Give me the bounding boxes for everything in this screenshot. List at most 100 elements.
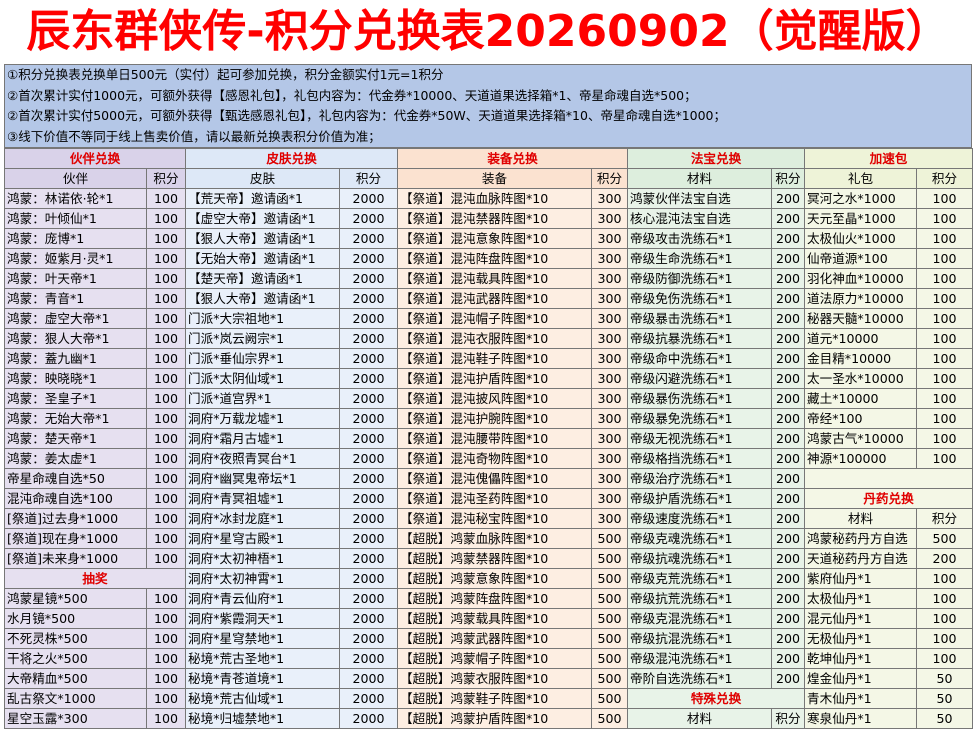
partner-item: 星空玉露*300: [4, 708, 147, 729]
fabao-points: 200: [771, 208, 805, 229]
fabao-item: 帝级攻击洗练石*1: [627, 228, 772, 249]
fabao-item: 核心混沌法宝自选: [627, 208, 772, 229]
partner-item: 鸿蒙：映晓晓*1: [4, 368, 147, 389]
equip-points: 300: [591, 488, 628, 509]
equip-item: 【超脱】鸿蒙血脉阵图*10: [397, 528, 592, 549]
section-equip: 装备兑换: [397, 148, 628, 169]
fabao-points: 200: [771, 668, 805, 689]
elixir-item: 混元仙丹*1: [804, 608, 917, 629]
accel-item: 太一圣水*10000: [804, 368, 917, 389]
table-row: 混沌命魂自选*100 100 洞府*青冥祖墟*1 2000 【祭道】混沌圣药阵图*10 3…: [4, 488, 973, 509]
table-row: 鸿蒙：圣皇子*1 100 门派*道宫界*1 2000 【祭道】混沌披风阵图*10 300 帝…: [4, 388, 973, 409]
skin-points: 2000: [339, 668, 398, 689]
accel-item: 金目精*10000: [804, 348, 917, 369]
table-row: 鸿蒙：叶倾仙*1 100 【虚空大帝】邀请函*1 2000 【祭道】混沌禁器阵图*10 3…: [4, 208, 973, 229]
equip-points: 500: [591, 588, 628, 609]
elixir-item: 乾坤仙丹*1: [804, 648, 917, 669]
fabao-item: 帝级护盾洗练石*1: [627, 488, 772, 509]
fabao-item: 帝级克混洗练石*1: [627, 608, 772, 629]
equip-points: 500: [591, 548, 628, 569]
accel-points: 100: [916, 288, 973, 309]
table-row: 鸿蒙：蓋九幽*1 100 门派*垂仙宗界*1 2000 【祭道】混沌鞋子阵图*10 300…: [4, 348, 973, 369]
fabao-item: 帝级抗暴洗练石*1: [627, 328, 772, 349]
equip-item: 【祭道】混沌护腕阵图*10: [397, 408, 592, 429]
partner-points: 100: [146, 608, 186, 629]
partner-points: 100: [146, 548, 186, 569]
accel-points: 100: [916, 388, 973, 409]
partner-points: 100: [146, 348, 186, 369]
skin-points: 2000: [339, 448, 398, 469]
fabao-points: 200: [771, 628, 805, 649]
partner-points: 100: [146, 228, 186, 249]
skin-item: 秘境*青苍道境*1: [185, 668, 340, 689]
skin-points: 2000: [339, 508, 398, 529]
skin-item: 门派*大宗祖地*1: [185, 308, 340, 329]
fabao-points: 200: [771, 188, 805, 209]
equip-item: 【祭道】混沌护盾阵图*10: [397, 368, 592, 389]
equip-item: 【超脱】鸿蒙阵盘阵图*10: [397, 588, 592, 609]
elixir-points: 50: [916, 708, 973, 729]
equip-points: 500: [591, 528, 628, 549]
fabao-item: 帝级暴免洗练石*1: [627, 408, 772, 429]
table-row: 鸿蒙：林诺依·轮*1 100 【荒天帝】邀请函*1 2000 【祭道】混沌血脉阵图*10…: [4, 188, 973, 209]
accel-item: 冥河之水*1000: [804, 188, 917, 209]
equip-points: 300: [591, 208, 628, 229]
partner-item: 水月镜*500: [4, 608, 147, 629]
exchange-table-page: 辰东群侠传-积分兑换表20260902（觉醒版） ①积分兑换表兑换单日500元（…: [0, 0, 976, 735]
exchange-table-body: 伙伴兑换 皮肤兑换 装备兑换 法宝兑换 加速包 伙伴 积分 皮肤 积分 装备 积…: [4, 148, 973, 729]
accel-item: 天元至晶*1000: [804, 208, 917, 229]
skin-item: 洞府*冰封龙庭*1: [185, 508, 340, 529]
equip-item: 【祭道】混沌圣药阵图*10: [397, 488, 592, 509]
fabao-points: 200: [771, 228, 805, 249]
skin-points: 2000: [339, 608, 398, 629]
partner-points: 100: [146, 528, 186, 549]
accel-item: 秘器天髓*10000: [804, 308, 917, 329]
partner-points: 100: [146, 428, 186, 449]
equip-item: 【超脱】鸿蒙帽子阵图*10: [397, 648, 592, 669]
partner-item: 鸿蒙星镜*500: [4, 588, 147, 609]
fabao-points: 200: [771, 248, 805, 269]
equip-item: 【超脱】鸿蒙武器阵图*10: [397, 628, 592, 649]
table-row: 鸿蒙：青音*1 100 【狠人大帝】邀请函*1 2000 【祭道】混沌武器阵图*10 30…: [4, 288, 973, 309]
partner-item: 鸿蒙：庞博*1: [4, 228, 147, 249]
fabao-item: 帝级混沌洗练石*1: [627, 648, 772, 669]
equip-item: 【祭道】混沌载具阵图*10: [397, 268, 592, 289]
fabao-item: 帝级克荒洗练石*1: [627, 568, 772, 589]
skin-points: 2000: [339, 288, 398, 309]
fabao-item: 帝级命中洗练石*1: [627, 348, 772, 369]
equip-item: 【超脱】鸿蒙意象阵图*10: [397, 568, 592, 589]
table-row: 水月镜*500 100 洞府*紫霞洞天*1 2000 【超脱】鸿蒙载具阵图*10 500 帝…: [4, 608, 973, 629]
fabao-item: 帝级闪避洗练石*1: [627, 368, 772, 389]
equip-points: 500: [591, 628, 628, 649]
fabao-item: 帝级克魂洗练石*1: [627, 528, 772, 549]
elixir-points: 100: [916, 588, 973, 609]
skin-points: 2000: [339, 548, 398, 569]
skin-item: 【楚天帝】邀请函*1: [185, 268, 340, 289]
partner-points: 100: [146, 288, 186, 309]
fabao-points: 200: [771, 508, 805, 529]
equip-points: 300: [591, 268, 628, 289]
equip-points: 300: [591, 228, 628, 249]
accel-item: 道法原力*10000: [804, 288, 917, 309]
elixir-points: 100: [916, 568, 973, 589]
equip-points: 500: [591, 668, 628, 689]
equip-item: 【祭道】混沌帽子阵图*10: [397, 308, 592, 329]
accel-points: 100: [916, 328, 973, 349]
section-partner: 伙伴兑换: [4, 148, 186, 169]
elixir-points: 50: [916, 668, 973, 689]
equip-points: 300: [591, 328, 628, 349]
fabao-points: 200: [771, 488, 805, 509]
table-row: 鸿蒙：姬紫月·灵*1 100 【无始大帝】邀请函*1 2000 【祭道】混沌阵盘阵图*1…: [4, 248, 973, 269]
accel-item: 帝经*100: [804, 408, 917, 429]
table-row: [祭道]过去身*1000 100 洞府*冰封龙庭*1 2000 【祭道】混沌秘宝阵图*1…: [4, 508, 973, 529]
elixir-points: 100: [916, 648, 973, 669]
notice-box: ①积分兑换表兑换单日500元（实付）起可参加兑换，积分金额实付1元=1积分 ②首…: [4, 64, 972, 148]
equip-points: 300: [591, 288, 628, 309]
elixir-points: 500: [916, 528, 973, 549]
elixir-item: 青木仙丹*1: [804, 688, 917, 709]
fabao-item: 帝级抗荒洗练石*1: [627, 588, 772, 609]
partner-item: 鸿蒙：无始大帝*1: [4, 408, 147, 429]
header-points: 积分: [771, 168, 805, 189]
table-row: 大帝精血*500 100 秘境*青苍道境*1 2000 【超脱】鸿蒙衣服阵图*10 500…: [4, 668, 973, 689]
equip-points: 300: [591, 388, 628, 409]
